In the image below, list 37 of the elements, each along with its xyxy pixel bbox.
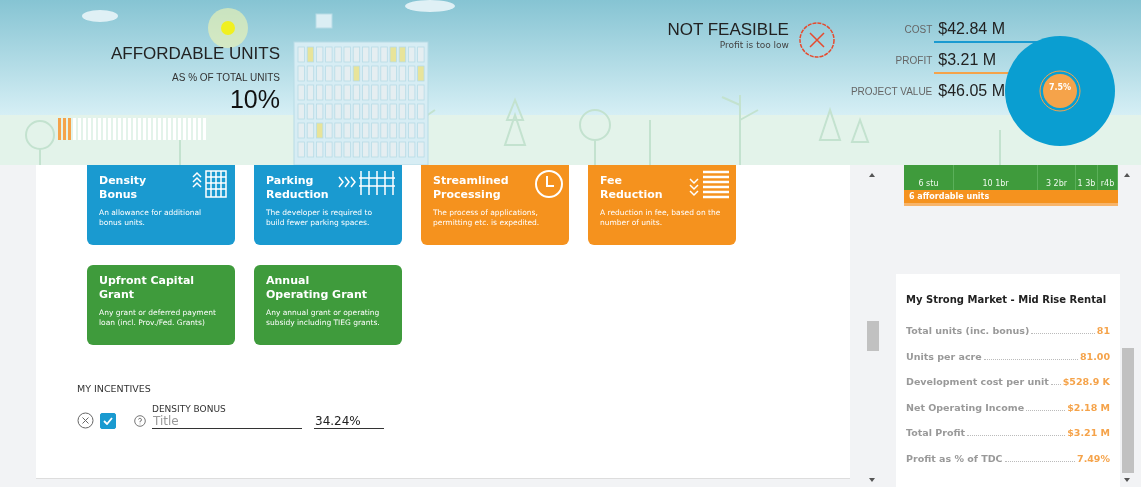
affordable-units-title: AFFORDABLE UNITS	[110, 44, 280, 64]
pie-label: 7.5%	[1047, 83, 1073, 92]
affordable-units-subtitle: AS % OF TOTAL UNITS	[172, 72, 280, 83]
field-label: DENSITY BONUS	[152, 404, 227, 414]
percent-field[interactable]: 34.24%	[314, 414, 384, 429]
remove-icon[interactable]	[77, 412, 94, 429]
summary-value: 7.49%	[1077, 452, 1110, 464]
help-icon[interactable]	[134, 415, 146, 427]
section-heading: MY INCENTIVES	[77, 383, 152, 394]
summary-value: $2.18 M	[1067, 401, 1110, 413]
summary-value: $528.9 K	[1062, 376, 1110, 387]
feasibility-status: NOT FEASIBLE	[667, 20, 789, 40]
summary-label: Total units (inc. bonus)	[906, 325, 1030, 336]
metric-label: COST	[903, 23, 933, 35]
feasibility-note: Profit is too low	[719, 40, 789, 50]
fence-icon	[337, 169, 397, 195]
summary-label: Total Profit	[906, 427, 966, 438]
metric-value: $42.84 M	[938, 20, 1005, 38]
metric-value: $46.05 M	[938, 82, 1005, 100]
clock-icon	[534, 169, 564, 199]
checkbox[interactable]	[100, 413, 116, 429]
affordable-units-bar: 6 affordable units	[904, 190, 1118, 206]
check-icon	[103, 417, 113, 425]
building-icon	[190, 169, 230, 199]
metric-label: PROJECT VALUE	[850, 85, 933, 97]
summary-title: My Strong Market - Mid Rise Rental	[906, 294, 1108, 305]
summary-value: 81.00	[1079, 350, 1110, 362]
title-field[interactable]: Title	[152, 414, 302, 429]
stack-icon	[687, 169, 731, 199]
summary-label: Units per acre	[906, 350, 982, 362]
summary-value: $3.21 M	[1067, 427, 1110, 438]
summary-label: Profit as % of TDC	[906, 452, 1003, 464]
summary-label: Net Operating Income	[906, 401, 1025, 413]
affordable-units-value: 10%	[229, 85, 280, 114]
summary-value: 81	[1096, 325, 1110, 336]
summary-label: Development cost per unit	[906, 376, 1049, 387]
metric-label: PROFIT	[894, 54, 933, 66]
